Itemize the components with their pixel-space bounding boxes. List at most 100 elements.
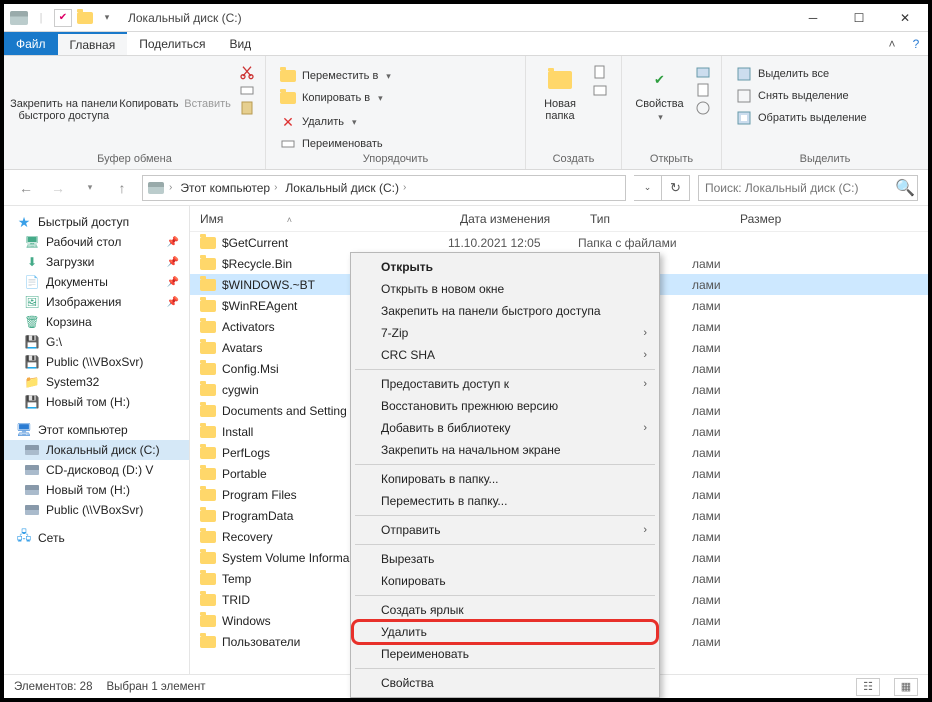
sidebar-item[interactable]: 🖼Изображения📌 (4, 292, 189, 312)
sidebar-item-icon: 💾 (24, 394, 40, 410)
breadcrumb-pc[interactable]: Этот компьютер› (176, 181, 281, 195)
qat-separator: | (32, 9, 50, 27)
help-button[interactable]: ? (904, 32, 928, 55)
column-size[interactable]: Размер (730, 212, 928, 226)
ctx-properties[interactable]: Свойства (353, 672, 657, 694)
paste-shortcut-icon[interactable] (239, 100, 255, 116)
folder-icon (200, 300, 216, 312)
qat-check-icon[interactable]: ✔ (54, 9, 72, 27)
close-button[interactable]: ✕ (882, 4, 928, 32)
ctx-open[interactable]: Открыть (353, 256, 657, 278)
easy-access-icon[interactable] (592, 82, 608, 98)
sidebar-item-icon: 🖼 (24, 294, 40, 310)
recent-dropdown[interactable]: ▾ (78, 176, 102, 200)
pin-quick-button[interactable]: Закрепить на панели быстрого доступа (10, 60, 118, 122)
ctx-send[interactable]: Отправить› (353, 519, 657, 541)
sidebar-network[interactable]: 🖧Сеть (4, 528, 189, 548)
ctx-rename[interactable]: Переименовать (353, 643, 657, 665)
ctx-pin-quick[interactable]: Закрепить на панели быстрого доступа (353, 300, 657, 322)
folder-icon (200, 594, 216, 606)
ribbon: Закрепить на панели быстрого доступа Коп… (4, 56, 928, 170)
refresh-button[interactable]: ↻ (662, 175, 690, 201)
history-icon[interactable] (695, 100, 711, 116)
open-icon[interactable] (695, 64, 711, 80)
sidebar-this-pc[interactable]: 🖥Этот компьютер (4, 420, 189, 440)
move-to-button[interactable]: Переместить в▾ (276, 66, 396, 86)
folder-icon (200, 237, 216, 249)
maximize-button[interactable]: ☐ (836, 4, 882, 32)
tab-file[interactable]: Файл (4, 32, 58, 55)
ribbon-tabs: Файл Главная Поделиться Вид ˄ ? (4, 32, 928, 56)
minimize-button[interactable]: ─ (790, 4, 836, 32)
sidebar-item[interactable]: 📄Документы📌 (4, 272, 189, 292)
folder-icon (200, 405, 216, 417)
new-item-icon[interactable] (592, 64, 608, 80)
chevron-right-icon: › (643, 524, 647, 536)
column-name[interactable]: Имя ˄ (190, 212, 450, 226)
column-type[interactable]: Тип (580, 212, 730, 226)
ctx-library[interactable]: Добавить в библиотеку› (353, 417, 657, 439)
ribbon-collapse-button[interactable]: ˄ (880, 32, 904, 55)
search-icon[interactable]: 🔍 (893, 178, 917, 198)
table-row[interactable]: $GetCurrent11.10.2021 12:05Папка с файла… (190, 232, 928, 253)
forward-button[interactable]: → (46, 176, 70, 200)
copy-button[interactable]: Копировать (118, 60, 181, 110)
sidebar-item[interactable]: CD-дисковод (D:) V (4, 460, 189, 480)
ctx-crc[interactable]: CRC SHA› (353, 344, 657, 366)
sidebar-item[interactable]: 🖥Рабочий стол📌 (4, 232, 189, 252)
paste-button[interactable]: Вставить (180, 60, 235, 110)
ctx-cut[interactable]: Вырезать (353, 548, 657, 570)
copy-path-icon[interactable] (239, 82, 255, 98)
select-all-icon (736, 66, 752, 82)
ctx-move-to[interactable]: Переместить в папку... (353, 490, 657, 512)
sidebar-item[interactable]: 💾Новый том (H:) (4, 392, 189, 412)
ctx-open-new[interactable]: Открыть в новом окне (353, 278, 657, 300)
sidebar-item[interactable]: 🗑Корзина (4, 312, 189, 332)
ctx-copy[interactable]: Копировать (353, 570, 657, 592)
select-none-button[interactable]: Снять выделение (732, 86, 871, 106)
sidebar-item[interactable]: 💾G:\ (4, 332, 189, 352)
search-box[interactable]: 🔍 (698, 175, 918, 201)
sidebar-item[interactable]: 📁System32 (4, 372, 189, 392)
address-bar[interactable]: › Этот компьютер› Локальный диск (C:)› (142, 175, 626, 201)
sidebar-quick-access[interactable]: ★Быстрый доступ (4, 212, 189, 232)
back-button[interactable]: ← (14, 176, 38, 200)
view-icons-button[interactable]: ▦ (894, 678, 918, 696)
sidebar-item[interactable]: 💾Public (\\VBoxSvr) (4, 352, 189, 372)
breadcrumb-drive[interactable]: Локальный диск (C:)› (281, 181, 410, 195)
qat-dropdown[interactable]: ▾ (98, 9, 116, 27)
properties-button[interactable]: ✔ Свойства ▾ (628, 60, 691, 123)
view-details-button[interactable]: ☷ (856, 678, 880, 696)
new-folder-button[interactable]: Новая папка (532, 60, 588, 122)
ctx-7zip[interactable]: 7-Zip› (353, 322, 657, 344)
tab-view[interactable]: Вид (217, 32, 263, 55)
ctx-grant-access[interactable]: Предоставить доступ к› (353, 373, 657, 395)
sidebar-item[interactable]: Public (\\VBoxSvr) (4, 500, 189, 520)
up-button[interactable]: ↑ (110, 176, 134, 200)
rename-button[interactable]: Переименовать (276, 134, 390, 153)
sidebar-item[interactable]: Новый том (H:) (4, 480, 189, 500)
cut-icon[interactable] (239, 64, 255, 80)
qat-folder-icon[interactable] (76, 9, 94, 27)
select-invert-button[interactable]: Обратить выделение (732, 108, 871, 128)
sidebar-item-icon: 📄 (24, 274, 40, 290)
chevron-right-icon: › (643, 378, 647, 390)
ctx-copy-to[interactable]: Копировать в папку... (353, 468, 657, 490)
sidebar-item[interactable]: ⬇Загрузки📌 (4, 252, 189, 272)
delete-icon: ✕ (280, 114, 296, 130)
search-input[interactable] (699, 181, 893, 195)
folder-icon (200, 447, 216, 459)
ctx-shortcut[interactable]: Создать ярлык (353, 599, 657, 621)
ctx-pin-start[interactable]: Закрепить на начальном экране (353, 439, 657, 461)
address-dropdown[interactable]: ⌄ (634, 175, 662, 201)
copy-to-button[interactable]: Копировать в▾ (276, 88, 396, 108)
column-date[interactable]: Дата изменения (450, 212, 580, 226)
ctx-restore[interactable]: Восстановить прежнюю версию (353, 395, 657, 417)
ctx-delete[interactable]: Удалить (353, 621, 657, 643)
select-all-button[interactable]: Выделить все (732, 64, 871, 84)
sidebar-item[interactable]: Локальный диск (C:) (4, 440, 189, 460)
tab-share[interactable]: Поделиться (127, 32, 217, 55)
delete-button[interactable]: ✕Удалить▾ (276, 112, 390, 132)
tab-home[interactable]: Главная (58, 32, 128, 55)
edit-icon[interactable] (695, 82, 711, 98)
